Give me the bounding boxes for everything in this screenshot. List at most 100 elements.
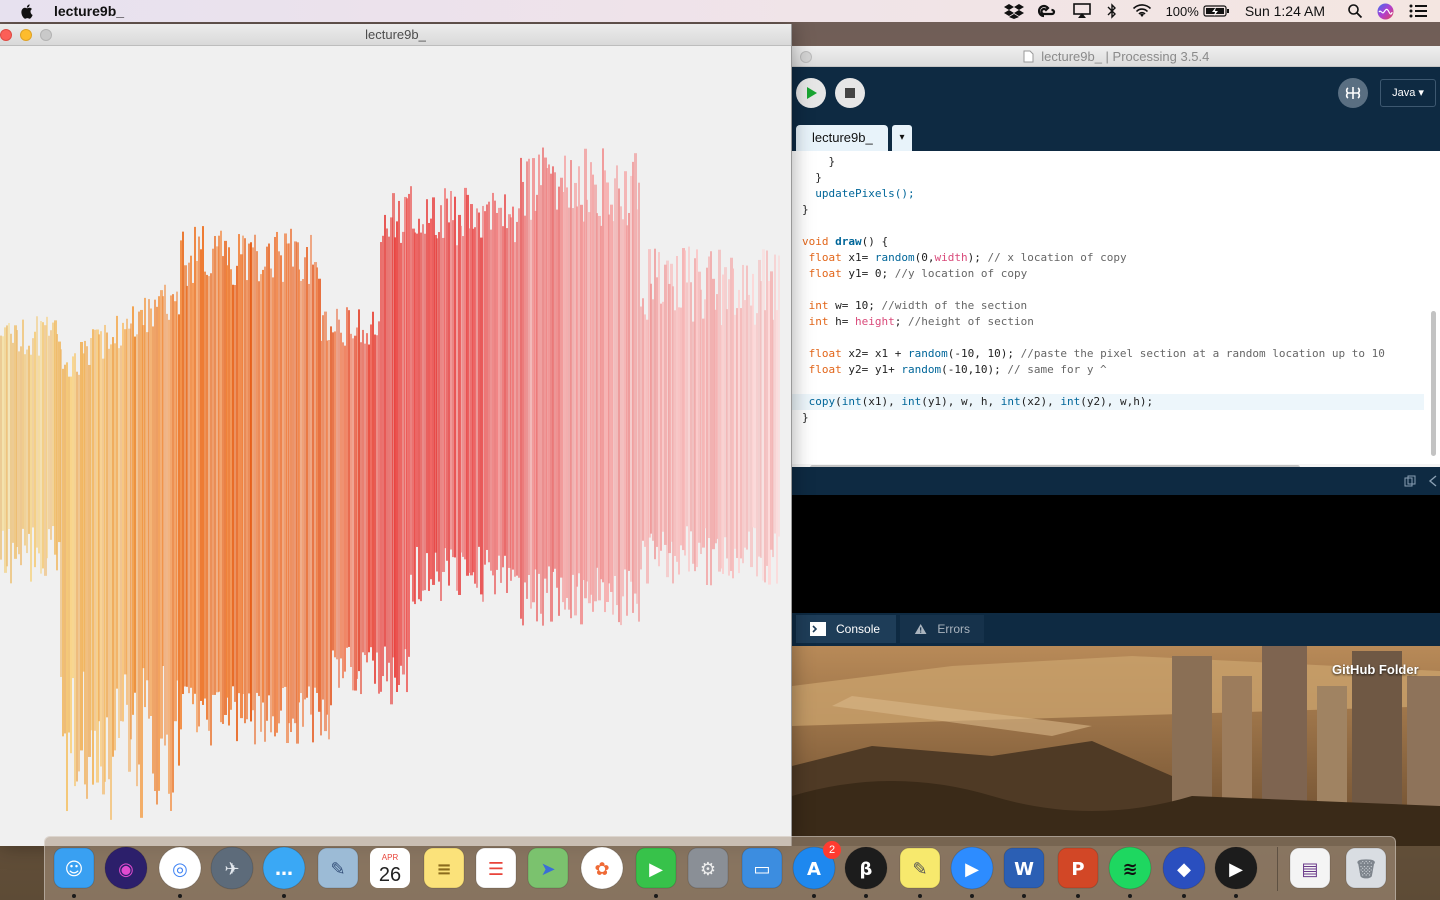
dock-item-messages[interactable]: … <box>261 845 307 891</box>
glitch-strip <box>748 294 750 532</box>
dock-item-calendar[interactable]: APR 26 <box>367 845 413 891</box>
glitch-strip <box>368 344 370 653</box>
dock-item-photos[interactable]: ✿ <box>579 845 625 891</box>
glitch-strip <box>200 249 202 701</box>
code-line: float y1= 0; //y location of copy <box>808 267 1028 280</box>
tab-lecture9b[interactable]: lecture9b_ <box>796 125 888 151</box>
glitch-strip <box>232 284 234 687</box>
copy-icon[interactable] <box>1404 475 1416 487</box>
glitch-strip <box>586 199 588 582</box>
glitch-strip <box>380 242 382 692</box>
dock-item-spotify[interactable]: ≋ <box>1107 845 1153 891</box>
ide-close-button[interactable] <box>800 51 812 63</box>
collapse-icon[interactable] <box>1428 475 1438 487</box>
dock-item-finder[interactable]: ☺ <box>51 845 97 891</box>
dock-item-preview[interactable]: ✎ <box>315 845 361 891</box>
run-button[interactable] <box>796 78 826 108</box>
preview-icon: ✎ <box>317 847 359 889</box>
dock-item-siri[interactable]: ◉ <box>103 845 149 891</box>
dock-item-chrome[interactable]: ◎ <box>157 845 203 891</box>
glitch-strip <box>410 186 412 575</box>
dock-item-powerpoint[interactable]: P <box>1055 845 1101 891</box>
glitch-strip <box>132 306 134 715</box>
glitch-strip <box>34 331 36 568</box>
dock-item-stickies[interactable]: ✎ <box>897 845 943 891</box>
glitch-strip <box>604 170 606 613</box>
glitch-strip <box>120 345 122 722</box>
menu-bar: lecture9b_ 100% Sun 1:24 AM <box>0 0 1440 22</box>
glitch-strip <box>554 172 556 569</box>
glitch-strip <box>164 284 166 746</box>
console-tab-bar: Console Errors <box>792 613 1440 646</box>
tab-menu-button[interactable]: ▾ <box>892 125 912 151</box>
glitch-strip <box>208 276 210 731</box>
stop-button[interactable] <box>835 78 865 108</box>
minimize-button[interactable] <box>20 29 32 41</box>
console-output[interactable] <box>792 495 1440 613</box>
processing-ide-window[interactable]: lecture9b_ | Processing 3.5.4 Java ▾ lec… <box>792 46 1440 646</box>
glitch-strip <box>446 198 448 561</box>
glitch-strip <box>506 228 508 593</box>
glitch-strip <box>218 235 220 692</box>
dock-item-quicktime[interactable]: ▶ <box>1213 845 1259 891</box>
apple-menu-icon[interactable] <box>18 2 36 20</box>
console-divider[interactable] <box>792 467 1440 495</box>
battery-icon[interactable] <box>1203 4 1231 18</box>
control-center-icon[interactable] <box>1408 3 1428 19</box>
dock-item-word[interactable]: W <box>1001 845 1047 891</box>
dock-item-zoom[interactable]: ▶ <box>949 845 995 891</box>
glitch-strip <box>84 340 86 785</box>
glitch-strip <box>244 238 246 724</box>
launchpad-icon: ✈ <box>210 846 254 890</box>
debug-button[interactable] <box>1338 78 1368 108</box>
ide-titlebar[interactable]: lecture9b_ | Processing 3.5.4 <box>792 46 1440 67</box>
errors-tab-label: Errors <box>937 622 970 636</box>
dock-item-trash[interactable]: 🗑 <box>1343 845 1389 891</box>
glitch-strip <box>254 234 256 745</box>
clock[interactable]: Sun 1:24 AM <box>1245 3 1325 19</box>
dock-item-notes[interactable]: ≡ <box>421 845 467 891</box>
spotlight-icon[interactable] <box>1347 3 1363 19</box>
code-editor[interactable]: } } updatePixels(); } void draw() { floa… <box>792 151 1440 465</box>
zoom-button[interactable] <box>40 29 52 41</box>
glitch-strip <box>364 343 366 656</box>
close-button[interactable] <box>0 29 12 41</box>
siri-icon[interactable] <box>1377 3 1394 20</box>
sketch-window-titlebar[interactable]: lecture9b_ <box>0 24 791 46</box>
active-app-name[interactable]: lecture9b_ <box>54 3 124 19</box>
running-indicator <box>970 894 974 898</box>
dock-item-system-preferences[interactable]: ⚙ <box>685 845 731 891</box>
airplay-icon[interactable] <box>1072 3 1092 19</box>
warning-icon <box>914 624 927 634</box>
svg-text:➤: ➤ <box>540 859 555 880</box>
glitch-strip <box>278 251 280 724</box>
wifi-icon[interactable] <box>1132 3 1152 19</box>
glitch-strip <box>558 186 560 616</box>
dock-item-processing[interactable]: β <box>843 845 889 891</box>
glitch-strip <box>362 329 364 653</box>
sketch-window[interactable]: lecture9b_ <box>0 24 792 846</box>
dock-item-chrome-window[interactable]: ▤ <box>1287 845 1333 891</box>
dock-item-reminders[interactable]: ☰ <box>473 845 519 891</box>
glitch-strip <box>172 294 174 793</box>
glitch-strip <box>158 296 160 791</box>
tab-console[interactable]: Console <box>796 615 896 643</box>
mode-selector[interactable]: Java ▾ <box>1380 79 1436 107</box>
github-folder-label[interactable]: GitHub Folder <box>1332 662 1419 677</box>
dock-item-launchpad[interactable]: ✈ <box>209 845 255 891</box>
bluetooth-icon[interactable] <box>1106 3 1118 19</box>
dock-item-maps[interactable]: ➤ <box>525 845 571 891</box>
glitch-strip <box>210 273 212 746</box>
dock-item-facetime[interactable]: ▶ <box>633 845 679 891</box>
dock-item-dropbox[interactable]: ◆ <box>1161 845 1207 891</box>
trash-icon: 🗑 <box>1345 847 1387 889</box>
sketch-canvas[interactable] <box>0 46 792 846</box>
dropbox-icon[interactable] <box>1003 3 1024 19</box>
vertical-scrollbar[interactable] <box>1431 311 1436 456</box>
glitch-strip <box>220 230 222 723</box>
tab-errors[interactable]: Errors <box>900 615 984 643</box>
glitch-strip <box>130 323 132 740</box>
dock-item-keynote[interactable]: ▭ <box>739 845 785 891</box>
creative-cloud-icon[interactable] <box>1037 3 1058 19</box>
dock-item-app-store[interactable]: A2 <box>791 841 841 891</box>
